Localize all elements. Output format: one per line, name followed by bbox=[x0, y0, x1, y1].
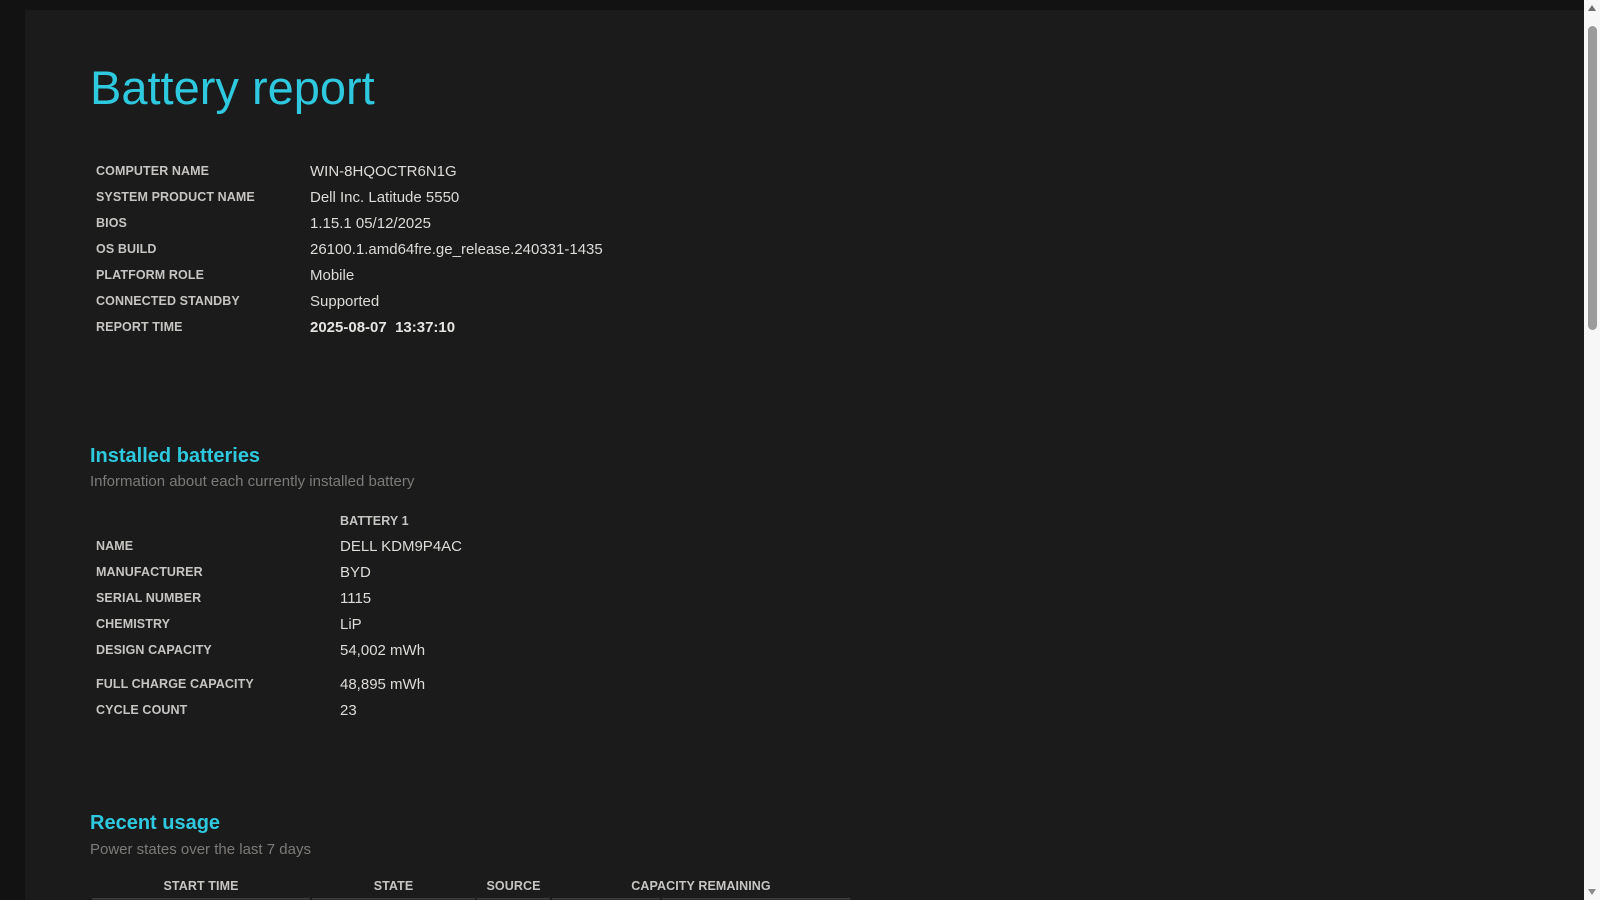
row-label: MANUFACTURER bbox=[96, 565, 203, 579]
row-value: DELL KDM9P4AC bbox=[340, 537, 462, 555]
row-label: OS BUILD bbox=[96, 242, 157, 256]
row-label: CONNECTED STANDBY bbox=[96, 294, 240, 308]
table-row: CONNECTED STANDBY Supported bbox=[90, 288, 603, 314]
table-row: OS BUILD 26100.1.amd64fre.ge_release.240… bbox=[90, 236, 603, 262]
recent-usage-heading: Recent usage bbox=[90, 812, 221, 834]
table-row: COMPUTER NAME WIN-8HQOCTR6N1G bbox=[90, 158, 603, 184]
report-time-value: 2025-08-07 13:37:10 bbox=[310, 318, 456, 336]
column-header-source: SOURCE bbox=[486, 879, 541, 893]
row-label: CHEMISTRY bbox=[96, 617, 171, 631]
table-row: BATTERY 1 bbox=[90, 509, 462, 533]
table-row: SYSTEM PRODUCT NAME Dell Inc. Latitude 5… bbox=[90, 184, 603, 210]
row-label: DESIGN CAPACITY bbox=[96, 643, 212, 657]
table-row: CYCLE COUNT 23 bbox=[90, 697, 462, 723]
table-row: REPORT TIME 2025-08-07 13:37:10 bbox=[90, 314, 603, 340]
installed-batteries-heading: Installed batteries bbox=[90, 445, 261, 467]
system-info-table: COMPUTER NAME WIN-8HQOCTR6N1G SYSTEM PRO… bbox=[90, 158, 603, 340]
scrollbar-down-button[interactable] bbox=[1584, 884, 1600, 900]
table-row: PLATFORM ROLE Mobile bbox=[90, 262, 603, 288]
browser-viewport: Battery report COMPUTER NAME WIN-8HQOCTR… bbox=[0, 0, 1600, 900]
recent-usage-table: START TIME STATE SOURCE CAPACITY REMAINI… bbox=[90, 874, 852, 900]
table-row: FULL CHARGE CAPACITY 48,895 mWh bbox=[90, 671, 462, 697]
row-value: Mobile bbox=[310, 266, 355, 284]
usage-header-row: START TIME STATE SOURCE CAPACITY REMAINI… bbox=[92, 874, 850, 898]
row-value: LiP bbox=[340, 615, 362, 633]
scrollbar-thumb[interactable] bbox=[1587, 26, 1597, 330]
table-row: MANUFACTURER BYD bbox=[90, 559, 462, 585]
row-label: NAME bbox=[96, 539, 134, 553]
row-value: Supported bbox=[310, 292, 380, 310]
installed-batteries-table: BATTERY 1 NAME DELL KDM9P4AC MANUFACTURE… bbox=[90, 509, 462, 723]
row-value: 1115 bbox=[340, 589, 372, 607]
row-label: SYSTEM PRODUCT NAME bbox=[96, 190, 255, 204]
vertical-scrollbar[interactable] bbox=[1584, 0, 1600, 900]
column-header-state: STATE bbox=[373, 879, 414, 893]
row-label: REPORT TIME bbox=[96, 320, 183, 334]
row-value: 1.15.1 05/12/2025 bbox=[310, 214, 431, 232]
row-label: PLATFORM ROLE bbox=[96, 268, 205, 282]
row-label: CYCLE COUNT bbox=[96, 703, 188, 717]
installed-batteries-subtitle: Information about each currently install… bbox=[90, 473, 415, 490]
row-label: COMPUTER NAME bbox=[96, 164, 210, 178]
battery-column-header: BATTERY 1 bbox=[340, 514, 409, 528]
column-header-capacity-remaining: CAPACITY REMAINING bbox=[631, 879, 771, 893]
row-value: Dell Inc. Latitude 5550 bbox=[310, 188, 460, 206]
battery-report-page: Battery report COMPUTER NAME WIN-8HQOCTR… bbox=[25, 10, 1584, 900]
table-row: SERIAL NUMBER 1115 bbox=[90, 585, 462, 611]
table-row: DESIGN CAPACITY 54,002 mWh bbox=[90, 637, 462, 663]
table-row: CHEMISTRY LiP bbox=[90, 611, 462, 637]
table-row: BIOS 1.15.1 05/12/2025 bbox=[90, 210, 603, 236]
row-value: BYD bbox=[340, 563, 371, 581]
row-value: 26100.1.amd64fre.ge_release.240331-1435 bbox=[310, 240, 603, 258]
row-value: 23 bbox=[340, 701, 357, 719]
row-value: 54,002 mWh bbox=[340, 641, 426, 659]
row-value: WIN-8HQOCTR6N1G bbox=[310, 162, 457, 180]
page-title: Battery report bbox=[90, 61, 375, 114]
column-header-start-time: START TIME bbox=[163, 879, 239, 893]
recent-usage-subtitle: Power states over the last 7 days bbox=[90, 841, 311, 858]
row-label: BIOS bbox=[96, 216, 127, 230]
row-spacer bbox=[90, 663, 462, 671]
row-label: FULL CHARGE CAPACITY bbox=[96, 677, 254, 691]
arrow-up-icon bbox=[1587, 5, 1596, 11]
row-label: SERIAL NUMBER bbox=[96, 591, 202, 605]
table-row: NAME DELL KDM9P4AC bbox=[90, 533, 462, 559]
row-value: 48,895 mWh bbox=[340, 675, 426, 693]
arrow-down-icon bbox=[1587, 889, 1596, 895]
scrollbar-up-button[interactable] bbox=[1584, 0, 1600, 16]
empty-cell bbox=[90, 509, 340, 533]
